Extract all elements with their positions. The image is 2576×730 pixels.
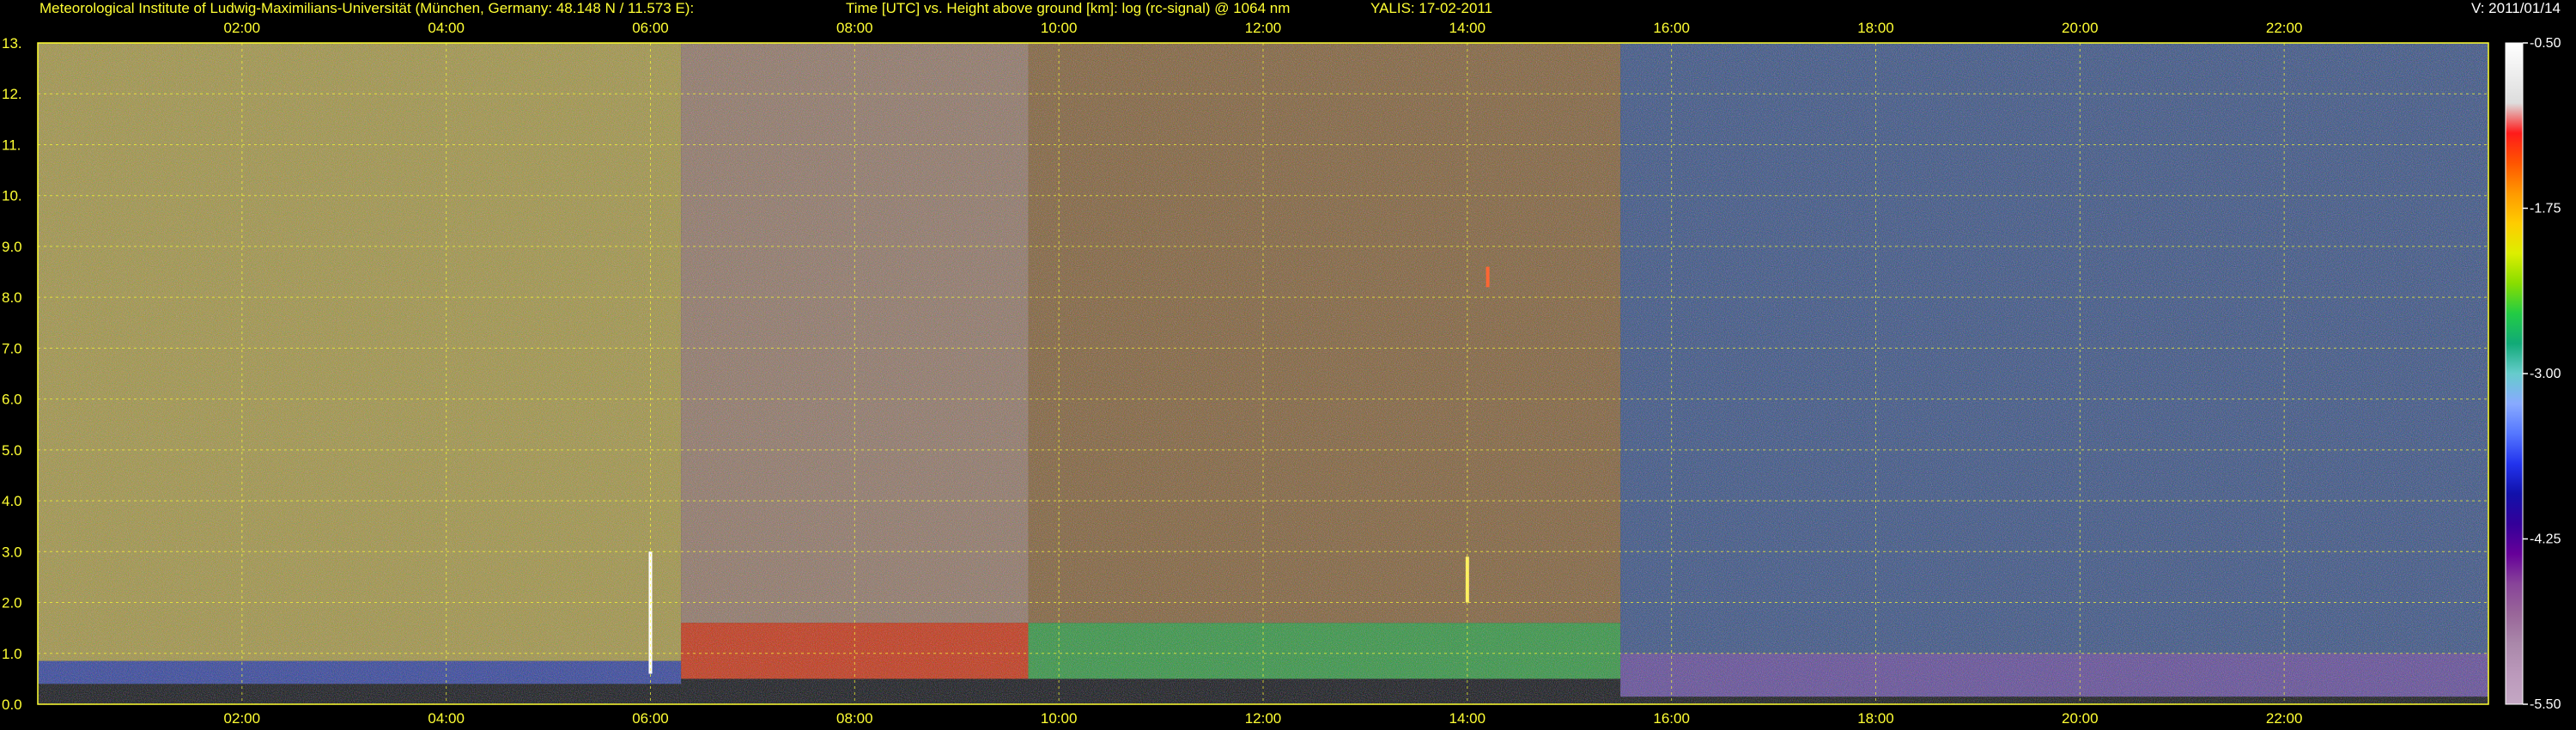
y-tick-label: 10. — [2, 188, 22, 204]
y-tick-label: 1.0 — [2, 646, 22, 662]
x-tick-label-top: 06:00 — [632, 20, 669, 36]
x-tick-label-top: 04:00 — [428, 20, 465, 36]
x-axis-bottom: 02:00 04:00 06:00 08:00 10:00 12:00 14:00 16:00… — [224, 710, 2303, 727]
x-tick-label-bottom: 14:00 — [1449, 710, 1486, 727]
x-tick-label-bottom: 04:00 — [428, 710, 465, 727]
colorbar-labels: -0.50 -1.75 -3.00 -4.25 -5.50 — [2523, 36, 2561, 712]
x-tick-label-top: 10:00 — [1041, 20, 1078, 36]
x-tick-label-top: 12:00 — [1245, 20, 1282, 36]
colorbar-label: -5.50 — [2530, 697, 2561, 712]
y-tick-label: 4.0 — [2, 493, 22, 509]
x-tick-label-bottom: 16:00 — [1653, 710, 1690, 727]
y-tick-label: 6.0 — [2, 392, 22, 408]
x-tick-label-top: 20:00 — [2062, 20, 2099, 36]
colorbar-label: -3.00 — [2530, 367, 2561, 381]
x-tick-label-bottom: 20:00 — [2062, 710, 2099, 727]
y-tick-label: 5.0 — [2, 442, 22, 459]
colorbar-label: -4.25 — [2530, 532, 2561, 547]
x-tick-label-bottom: 02:00 — [224, 710, 261, 727]
x-tick-label-bottom: 12:00 — [1245, 710, 1282, 727]
x-tick-label-bottom: 10:00 — [1041, 710, 1078, 727]
y-tick-label: 2.0 — [2, 595, 22, 611]
colorbar-label: -0.50 — [2530, 36, 2561, 51]
y-tick-label: 3.0 — [2, 544, 22, 560]
x-tick-label-top: 16:00 — [1653, 20, 1690, 36]
x-axis-top: 02:00 04:00 06:00 08:00 10:00 12:00 14:00 16:00… — [224, 20, 2303, 36]
x-tick-label-bottom: 08:00 — [836, 710, 873, 727]
y-axis: 0.0 1.0 2.0 3.0 4.0 5.0 6.0 7.0 8.0 9.0 10. 11. 12. 1… — [2, 35, 22, 713]
x-tick-label-bottom: 18:00 — [1857, 710, 1894, 727]
colorbar-label: -1.75 — [2530, 202, 2561, 216]
lidar-quicklook-chart: 02:00 04:00 06:00 08:00 10:00 12:00 14:00 16:00… — [2, 20, 2561, 727]
colorbar — [2505, 42, 2524, 705]
y-tick-label: 8.0 — [2, 289, 22, 306]
x-tick-label-bottom: 06:00 — [632, 710, 669, 727]
y-tick-label: 11. — [2, 137, 21, 153]
y-tick-label: 12. — [2, 86, 22, 102]
x-tick-label-top: 14:00 — [1449, 20, 1486, 36]
y-tick-label: 0.0 — [2, 697, 22, 713]
x-tick-label-bottom: 22:00 — [2266, 710, 2303, 727]
y-tick-label: 9.0 — [2, 239, 22, 255]
y-tick-label: 7.0 — [2, 340, 22, 356]
x-tick-label-top: 22:00 — [2266, 20, 2303, 36]
x-tick-label-top: 02:00 — [224, 20, 261, 36]
x-tick-label-top: 18:00 — [1857, 20, 1894, 36]
x-tick-label-top: 08:00 — [836, 20, 873, 36]
y-tick-label: 13. — [2, 35, 22, 52]
